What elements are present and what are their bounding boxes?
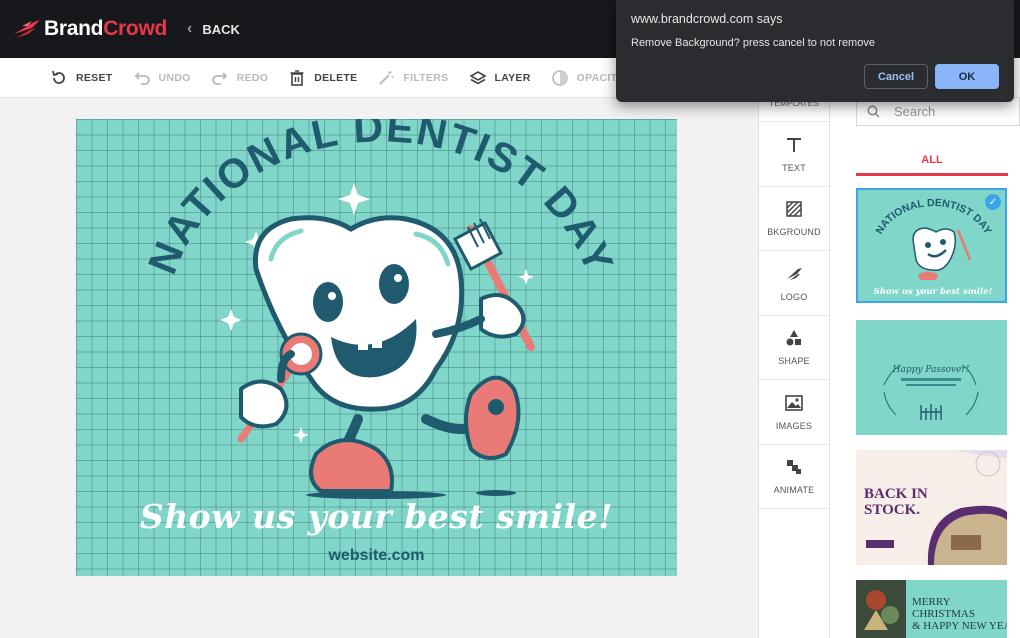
template-search-input[interactable]: Search	[856, 98, 1020, 126]
image-icon	[785, 394, 803, 411]
redo-icon	[211, 71, 227, 85]
reset-icon	[52, 70, 65, 84]
back-label: BACK	[202, 21, 240, 37]
svg-text:CHRISTMAS: CHRISTMAS	[912, 608, 975, 620]
redo-button[interactable]: REDO	[211, 69, 269, 87]
svg-text:BACK IN: BACK IN	[864, 486, 928, 502]
trash-icon	[290, 69, 304, 86]
brandcrowd-logo[interactable]: BrandCrowd	[12, 17, 167, 41]
undo-button[interactable]: UNDO	[133, 69, 191, 87]
tool-background[interactable]: BKGROUND	[759, 187, 829, 251]
tool-text[interactable]: TEXT	[759, 122, 829, 187]
text-icon	[787, 137, 801, 152]
confirm-dialog: www.brandcrowd.com says Remove Backgroun…	[616, 0, 1014, 102]
dialog-cancel-button[interactable]: Cancel	[864, 64, 928, 89]
template-thumb-back-in-stock[interactable]: BACK IN STOCK.	[856, 450, 1007, 565]
tool-animate[interactable]: ANIMATE	[759, 445, 829, 509]
template-thumb-passover[interactable]: Happy Passover!	[856, 320, 1007, 435]
template-thumb-dentist[interactable]: NATIONAL DENTIST DAY Show us your best s…	[856, 188, 1007, 303]
dialog-title: www.brandcrowd.com says	[631, 12, 783, 26]
svg-text:Happy Passover!: Happy Passover!	[892, 365, 970, 375]
brand-logo-icon	[14, 20, 40, 38]
undo-icon	[134, 71, 150, 85]
chevron-left-icon: ‹	[187, 20, 193, 37]
tool-images[interactable]: IMAGES	[759, 380, 829, 445]
dialog-ok-button[interactable]: OK	[935, 64, 999, 89]
svg-text:STOCK.: STOCK.	[864, 502, 920, 518]
stock-thumb-art: BACK IN STOCK.	[856, 450, 1007, 565]
website-text[interactable]: website.com	[76, 547, 677, 565]
svg-text:& HAPPY NEW YEAR!: & HAPPY NEW YEAR!	[912, 620, 1007, 632]
opacity-icon	[551, 69, 568, 86]
svg-text:Show us your best smile!: Show us your best smile!	[874, 287, 993, 297]
side-tool-column: TEMPLATES TEXT BKGROUND LOGO SHAPE IMAGE…	[758, 98, 830, 638]
tab-all[interactable]: ALL	[856, 146, 1008, 176]
animate-icon	[787, 460, 801, 475]
christmas-thumb-art: MERRY CHRISTMAS & HAPPY NEW YEAR!	[856, 580, 1007, 638]
svg-text:MERRY: MERRY	[912, 596, 951, 608]
shape-icon	[786, 330, 801, 346]
reset-button[interactable]: RESET	[50, 69, 113, 87]
template-thumb-christmas[interactable]: MERRY CHRISTMAS & HAPPY NEW YEAR!	[856, 580, 1007, 638]
search-icon	[867, 105, 880, 118]
selected-check-icon: ✓	[985, 194, 1001, 210]
layer-button[interactable]: LAYER	[468, 69, 531, 87]
brand-name: BrandCrowd	[44, 17, 168, 40]
background-icon	[786, 201, 802, 217]
wand-icon	[379, 70, 394, 85]
dialog-message: Remove Background? press cancel to not r…	[631, 37, 875, 49]
editor-app: BrandCrowd ‹ BACK RESET UNDO REDO DELETE…	[0, 0, 1020, 638]
dentist-thumb-art: NATIONAL DENTIST DAY Show us your best s…	[873, 197, 993, 297]
logo-icon	[787, 267, 802, 280]
templates-panel: Search ALL NATIONAL DENTIST DAY Show us …	[830, 98, 1020, 638]
design-canvas[interactable]: NATIONAL DENTIST DAY Show us your best s…	[76, 119, 677, 576]
canvas-area: NATIONAL DENTIST DAY Show us your best s…	[0, 98, 758, 638]
back-button[interactable]: ‹ BACK	[187, 20, 240, 38]
opacity-button[interactable]: OPACITY	[551, 69, 625, 87]
delete-button[interactable]: DELETE	[288, 69, 357, 87]
tagline-text[interactable]: Show us your best smile!	[76, 497, 677, 536]
filters-button[interactable]: FILTERS	[377, 69, 448, 87]
tool-shape[interactable]: SHAPE	[759, 316, 829, 380]
layers-icon	[468, 70, 487, 84]
tool-logo[interactable]: LOGO	[759, 251, 829, 316]
search-placeholder: Search	[894, 104, 936, 119]
passover-thumb-art: Happy Passover!	[883, 364, 979, 420]
